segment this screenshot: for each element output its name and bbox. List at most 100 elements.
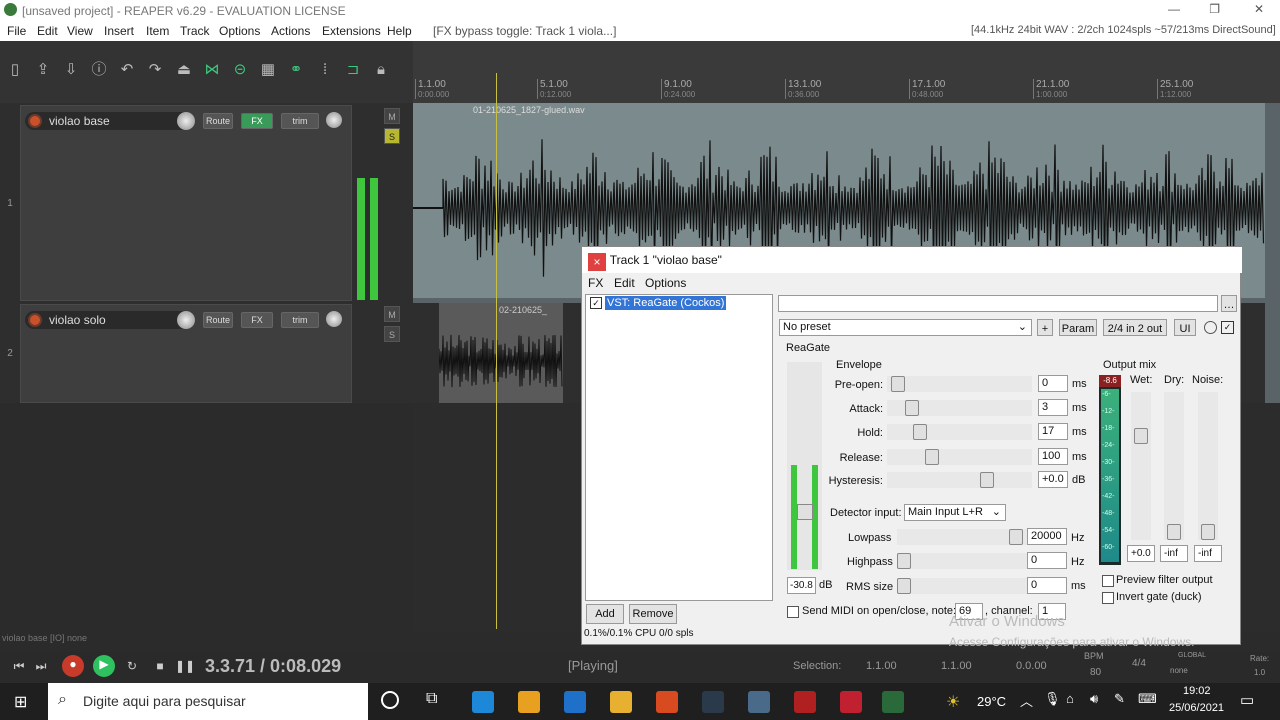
fx-menu-options[interactable]: Options [645, 276, 686, 290]
pause-icon[interactable]: ❚❚ [175, 657, 195, 675]
bypass-checkbox[interactable]: ✓ [1221, 321, 1234, 334]
menu-edit[interactable]: Edit [37, 24, 58, 38]
dry-slider[interactable] [1164, 392, 1184, 540]
go-to-start-icon[interactable]: ⏮ [10, 657, 28, 675]
preset-select[interactable]: No preset ⌄ [779, 319, 1032, 336]
menu-options[interactable]: Options [219, 24, 260, 38]
new-project-icon[interactable]: ▯ [6, 61, 24, 79]
volume-knob[interactable] [177, 112, 195, 130]
route-button[interactable]: Route [203, 312, 233, 328]
media-item[interactable]: 02-210625_ [439, 303, 563, 403]
more-options-button[interactable]: … [1221, 295, 1237, 312]
pin-icon[interactable]: ⊤ [588, 251, 1194, 265]
volume-knob[interactable] [177, 311, 195, 329]
track-header[interactable]: violao solo Route FX trim [20, 304, 352, 403]
temperature[interactable]: 29°C [977, 694, 1006, 709]
menu-view[interactable]: View [67, 24, 93, 38]
hysteresis-value[interactable]: +0.0 [1038, 471, 1068, 488]
undo-icon[interactable]: ↶ [118, 61, 136, 79]
clock-time[interactable]: 19:02 [1183, 685, 1211, 697]
threshold-value[interactable]: -30.8 [787, 577, 816, 594]
rms-value[interactable]: 0 [1027, 577, 1067, 594]
wet-slider[interactable] [1131, 392, 1151, 540]
rate-value[interactable]: 1.0 [1254, 668, 1265, 677]
mail-icon[interactable] [564, 691, 586, 713]
record-button[interactable]: ● [62, 655, 84, 677]
save-project-icon[interactable]: ⇩ [62, 61, 80, 79]
detector-select[interactable]: Main Input L+R ⌄ [904, 504, 1006, 521]
mute-button[interactable]: M [384, 306, 400, 322]
record-arm-button[interactable] [28, 313, 42, 327]
record-arm-button[interactable] [28, 114, 42, 128]
grid-icon[interactable]: ▦ [259, 61, 277, 79]
app-icon[interactable] [702, 691, 724, 713]
enable-checkbox[interactable]: ✓ [590, 297, 602, 310]
item-grouping-icon[interactable]: ⊝ [231, 61, 249, 79]
repeat-icon[interactable]: ↻ [123, 657, 141, 675]
store-icon[interactable] [518, 691, 540, 713]
preset-name-field[interactable] [778, 295, 1218, 312]
preopen-slider[interactable] [887, 376, 1032, 392]
pen-icon[interactable]: ✎ [1114, 691, 1125, 707]
ui-button[interactable]: UI [1174, 319, 1196, 336]
windows-start-icon[interactable]: ⊞ [14, 692, 27, 712]
lowpass-value[interactable]: 20000 [1027, 528, 1067, 545]
voicemeeter-icon[interactable] [794, 691, 816, 713]
send-midi-checkbox[interactable] [787, 606, 799, 618]
camera-icon[interactable] [748, 691, 770, 713]
selection-start[interactable]: 1.1.00 [866, 660, 897, 672]
menu-item[interactable]: Item [146, 24, 169, 38]
redo-icon[interactable]: ↷ [146, 61, 164, 79]
trim-button[interactable]: trim [281, 113, 319, 129]
fx-menu-edit[interactable]: Edit [614, 276, 635, 290]
highpass-slider[interactable] [897, 553, 1032, 569]
hold-value[interactable]: 17 [1038, 423, 1068, 440]
keyboard-icon[interactable]: ⌨ [1138, 691, 1157, 707]
reaper-taskbar-icon[interactable] [882, 691, 904, 713]
release-value[interactable]: 100 [1038, 448, 1068, 465]
menu-track[interactable]: Track [180, 24, 210, 38]
network-icon[interactable]: ⌂ [1066, 691, 1074, 706]
wet-value[interactable]: +0.0 [1127, 545, 1155, 562]
solo-button[interactable]: S [384, 326, 400, 342]
release-slider[interactable] [887, 449, 1032, 465]
add-fx-button[interactable]: Add [586, 604, 624, 624]
volume-icon[interactable]: 🔊︎ [1090, 691, 1098, 707]
taskbar-search[interactable]: ⌕ Digite aqui para pesquisar [48, 683, 368, 720]
attack-slider[interactable] [887, 400, 1032, 416]
threshold-thumb[interactable] [797, 504, 813, 520]
timeline-ruler[interactable]: 1.1.00 0:00.000 5.1.00 0:12.000 9.1.00 0:24… [413, 41, 1280, 103]
mute-button[interactable]: M [384, 108, 400, 124]
microphone-icon[interactable]: 🎙︎ [1044, 691, 1061, 707]
trim-button[interactable]: trim [281, 312, 319, 328]
fx-window-titlebar[interactable]: FX: Track 1 "violao base" ⊤ × [582, 247, 1242, 273]
preview-checkbox[interactable] [1102, 575, 1114, 587]
menu-file[interactable]: File [7, 24, 26, 38]
hysteresis-slider[interactable] [887, 472, 1032, 488]
task-view-icon[interactable]: ⧉ [426, 690, 437, 708]
ripple-edit-icon[interactable]: ⋈ [203, 61, 221, 79]
selection-end[interactable]: 1.1.00 [941, 660, 972, 672]
add-preset-button[interactable]: + [1037, 319, 1053, 336]
weather-icon[interactable]: ☀ [946, 692, 960, 712]
project-settings-icon[interactable]: ⓘ [90, 61, 108, 79]
explorer-icon[interactable] [610, 691, 632, 713]
fx-item-label[interactable]: VST: ReaGate (Cockos) [605, 296, 727, 310]
audio-device-status[interactable]: [44.1kHz 24bit WAV : 2/2ch 1024spls ~57/… [971, 24, 1276, 36]
menu-actions[interactable]: Actions [271, 24, 310, 38]
lowpass-slider[interactable] [897, 529, 1032, 545]
close-button[interactable]: ✕ [1254, 2, 1264, 16]
envelope-lock-icon[interactable]: ⦙ [316, 61, 334, 79]
bpm-value[interactable]: 80 [1090, 667, 1101, 678]
param-button[interactable]: Param [1059, 319, 1097, 336]
play-button[interactable]: ▶ [93, 655, 115, 677]
menu-help[interactable]: Help [387, 24, 412, 38]
lock-icon[interactable]: 🔒︎ [372, 61, 390, 79]
wet-knob[interactable] [1204, 321, 1217, 334]
stop-icon[interactable]: ■ [151, 657, 169, 675]
fx-chain-list[interactable]: ✓ VST: ReaGate (Cockos) [585, 294, 773, 601]
minimize-button[interactable]: — [1168, 2, 1180, 16]
fx-button[interactable]: FX [241, 113, 273, 129]
menu-extensions[interactable]: Extensions [322, 24, 381, 38]
go-to-end-icon[interactable]: ⏭ [32, 657, 50, 675]
